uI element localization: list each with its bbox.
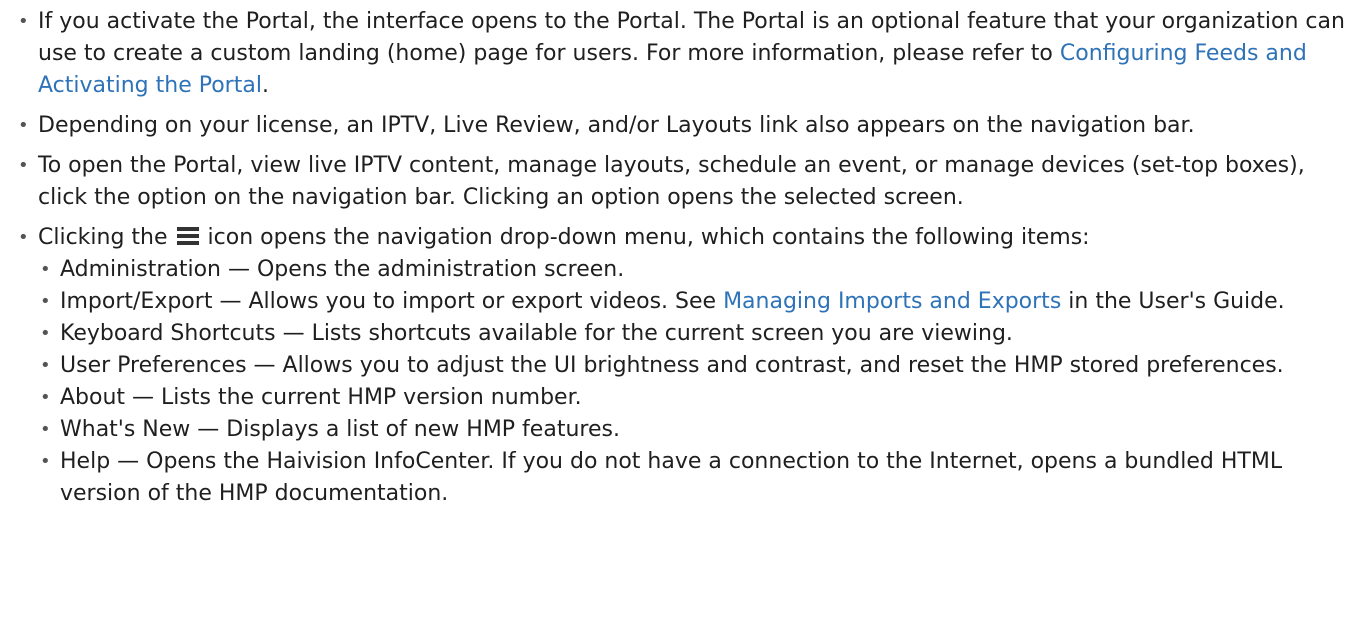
menu-item-desc: — Allows you to import or export videos.… <box>212 289 724 314</box>
menu-item-user-preferences: User Preferences — Allows you to adjust … <box>38 350 1348 382</box>
menu-item-about: About — Lists the current HMP version nu… <box>38 382 1348 414</box>
menu-item-keyboard-shortcuts: Keyboard Shortcuts — Lists shortcuts ava… <box>38 318 1348 350</box>
menu-item-desc: — Opens the administration screen. <box>220 257 625 282</box>
menu-item-desc: — Displays a list of new HMP features. <box>190 417 620 442</box>
menu-item-term: Help <box>60 449 111 474</box>
menu-item-desc: — Lists the current HMP version number. <box>125 385 582 410</box>
menu-text-after: icon opens the navigation drop-down menu… <box>200 225 1090 250</box>
menu-item-term: What's New <box>60 417 191 442</box>
managing-imports-link[interactable]: Managing Imports and Exports <box>723 289 1061 314</box>
menu-item-import-export: Import/Export — Allows you to import or … <box>38 286 1348 318</box>
menu-item-term: Administration <box>60 257 221 282</box>
hamburger-menu-icon <box>176 227 199 245</box>
menu-item-help: Help — Opens the Haivision InfoCenter. I… <box>38 446 1348 510</box>
menu-item-term: User Preferences <box>60 353 247 378</box>
menu-item-term: About <box>60 385 126 410</box>
list-item-menu: Clicking the icon opens the navigation d… <box>16 222 1348 510</box>
menu-item-desc: — Lists shortcuts available for the curr… <box>275 321 1013 346</box>
menu-text-before: Clicking the <box>38 225 175 250</box>
license-text: Depending on your license, an IPTV, Live… <box>38 113 1195 138</box>
menu-item-term: Keyboard Shortcuts <box>60 321 276 346</box>
menu-item-desc: — Allows you to adjust the UI brightness… <box>246 353 1284 378</box>
menu-item-administration: Administration — Opens the administratio… <box>38 254 1348 286</box>
menu-item-after: in the User's Guide. <box>1061 289 1285 314</box>
list-item-portal: If you activate the Portal, the interfac… <box>16 6 1348 102</box>
bullet-list: If you activate the Portal, the interfac… <box>16 6 1348 510</box>
menu-item-desc: — Opens the Haivision InfoCenter. If you… <box>60 449 1283 506</box>
menu-items-list: Administration — Opens the administratio… <box>38 254 1348 510</box>
document-body: If you activate the Portal, the interfac… <box>0 0 1356 518</box>
menu-item-whats-new: What's New — Displays a list of new HMP … <box>38 414 1348 446</box>
menu-item-term: Import/Export <box>60 289 213 314</box>
open-text: To open the Portal, view live IPTV conte… <box>38 153 1305 210</box>
portal-text-after: . <box>261 73 269 98</box>
list-item-open: To open the Portal, view live IPTV conte… <box>16 150 1348 214</box>
list-item-license: Depending on your license, an IPTV, Live… <box>16 110 1348 142</box>
